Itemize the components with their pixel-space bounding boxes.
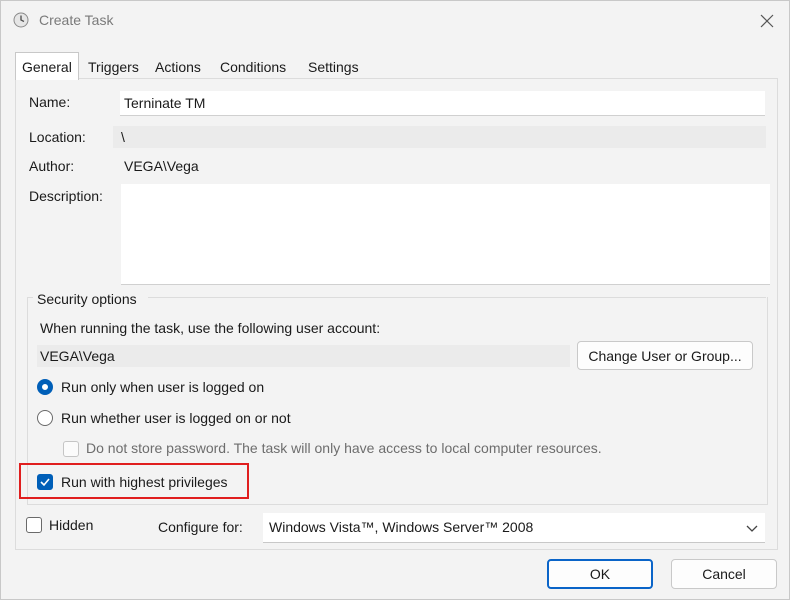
tab-triggers[interactable]: Triggers <box>88 53 139 79</box>
task-scheduler-clock-icon <box>13 12 29 28</box>
annotation-highlight-box <box>19 463 249 499</box>
tab-label: Settings <box>308 59 359 75</box>
window-title: Create Task <box>39 12 114 28</box>
close-button[interactable] <box>745 1 789 41</box>
hidden-checkbox[interactable] <box>26 517 42 533</box>
name-field[interactable] <box>120 91 765 116</box>
tab-label: General <box>22 59 72 75</box>
radio-run-only-logged-on[interactable] <box>37 379 53 395</box>
configure-for-label: Configure for: <box>158 519 243 535</box>
location-label: Location: <box>29 129 86 145</box>
tab-label: Conditions <box>220 59 287 75</box>
account-prompt: When running the task, use the following… <box>40 320 381 336</box>
description-label: Description: <box>29 188 103 204</box>
name-label: Name: <box>29 94 71 110</box>
do-not-store-password-label: Do not store password. The task will onl… <box>86 440 602 456</box>
ok-button[interactable]: OK <box>547 559 653 589</box>
do-not-store-password-checkbox[interactable] <box>63 441 79 457</box>
security-options-title: Security options <box>37 291 137 307</box>
tab-conditions[interactable]: Conditions <box>220 53 286 79</box>
location-value: \ <box>121 129 125 145</box>
tab-label: Triggers <box>88 59 139 75</box>
tab-settings[interactable]: Settings <box>308 53 359 79</box>
location-field <box>113 126 766 148</box>
tab-general[interactable]: General <box>15 52 79 80</box>
user-account-value: VEGA\Vega <box>40 348 115 364</box>
cancel-button[interactable]: Cancel <box>671 559 777 589</box>
title-bar: Create Task <box>1 1 789 41</box>
user-account-field <box>37 345 570 367</box>
radio-run-whether-logged-on-label: Run whether user is logged on or not <box>61 410 291 426</box>
radio-run-only-logged-on-label: Run only when user is logged on <box>61 379 265 395</box>
author-label: Author: <box>29 158 75 174</box>
author-value: VEGA\Vega <box>124 158 199 174</box>
configure-for-value: Windows Vista™, Windows Server™ 2008 <box>269 519 534 535</box>
hidden-label: Hidden <box>49 517 94 533</box>
configure-for-dropdown[interactable]: Windows Vista™, Windows Server™ 2008 <box>263 513 765 543</box>
tab-actions[interactable]: Actions <box>155 53 201 79</box>
create-task-dialog: Create Task General Triggers Actions Con… <box>0 0 790 600</box>
radio-run-whether-logged-on[interactable] <box>37 410 53 426</box>
tab-label: Actions <box>155 59 201 75</box>
description-field[interactable] <box>121 184 770 285</box>
group-divider <box>148 297 766 298</box>
close-icon <box>760 14 774 28</box>
change-user-or-group-button[interactable]: Change User or Group... <box>577 341 753 370</box>
group-divider-left <box>27 297 33 298</box>
chevron-down-icon <box>746 525 758 532</box>
